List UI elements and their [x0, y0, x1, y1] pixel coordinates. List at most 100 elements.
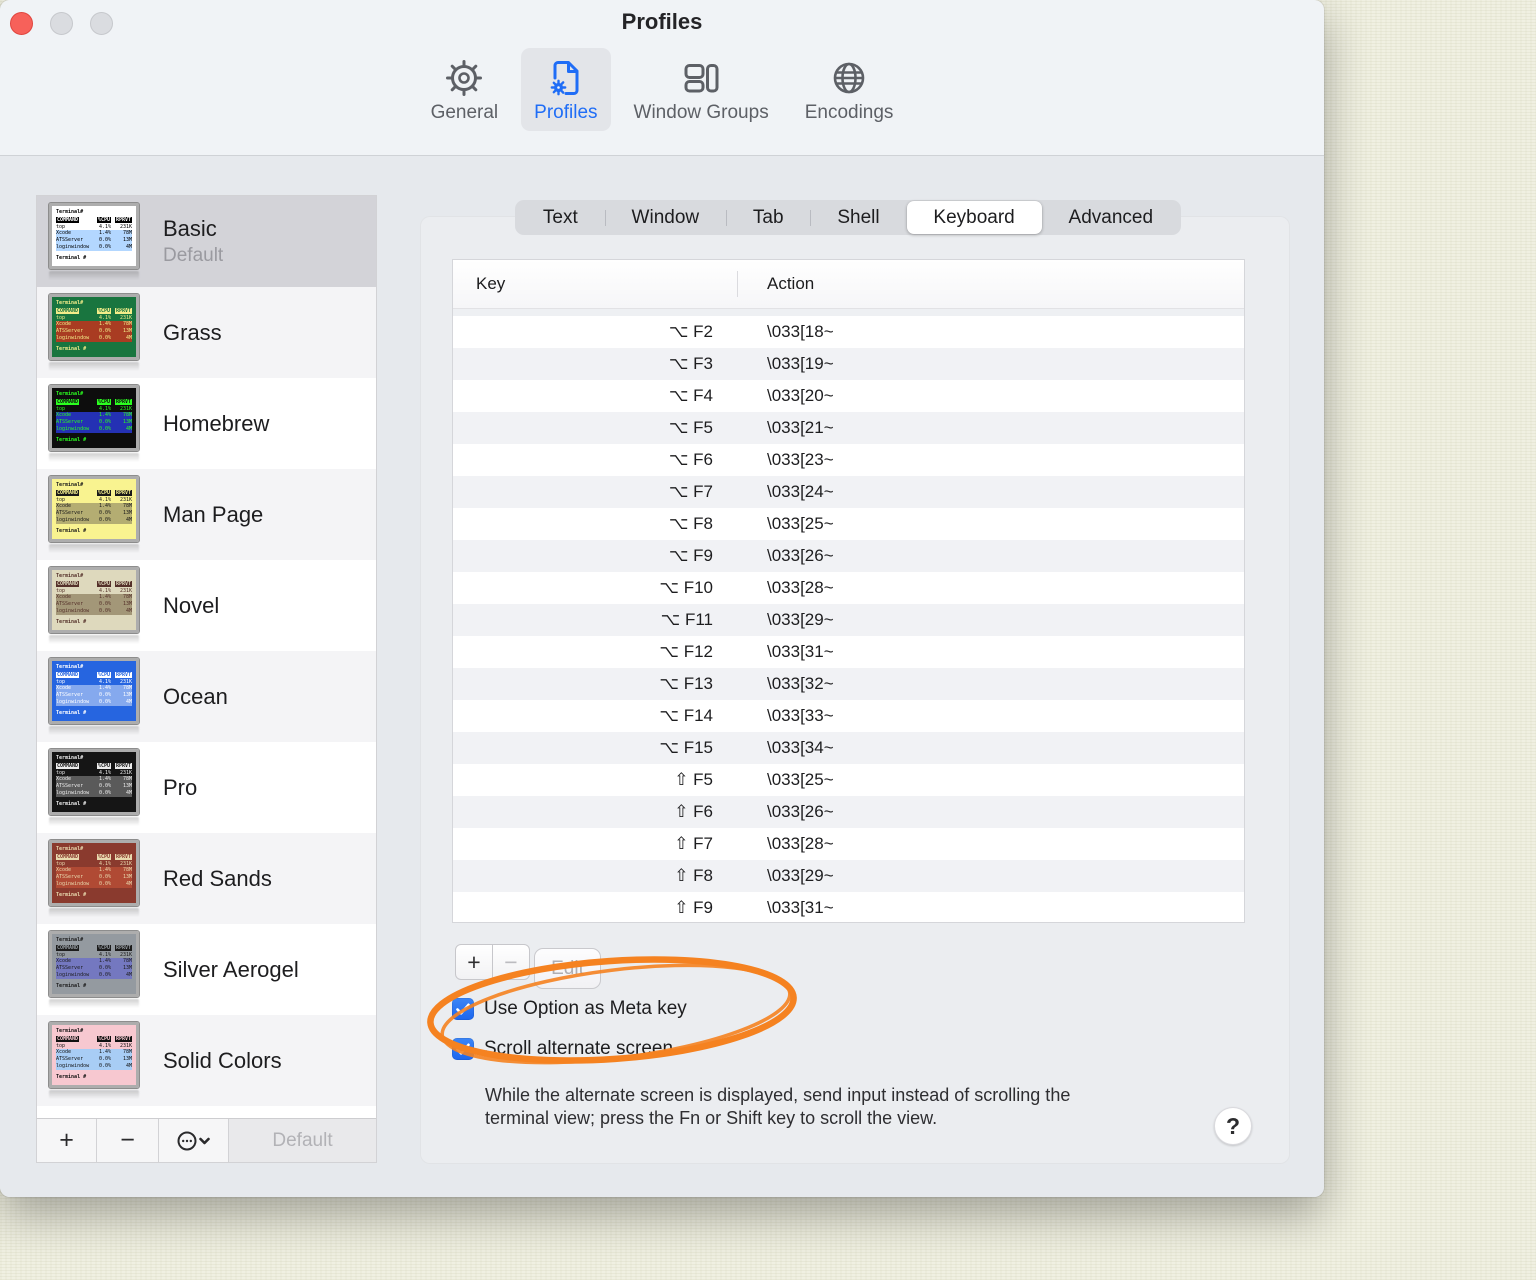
- checkbox-label: Scroll alternate screen: [484, 1038, 674, 1059]
- key-cell: ⇧ F5: [674, 770, 713, 789]
- key-mapping-row[interactable]: ⌥ F11 \033[29~: [453, 604, 1244, 636]
- profile-thumbnail: Terminal# COMMAND %CPU RPRVT top 4.1% 231K X…: [48, 748, 149, 826]
- thumb-row: ATSServer 0.0% 13M: [56, 601, 132, 608]
- profile-name: Man Page: [163, 501, 264, 527]
- profile-text: Homebrew: [163, 411, 269, 437]
- profile-list-item[interactable]: Terminal# COMMAND %CPU RPRVT top 4.1% 231K X…: [37, 469, 376, 560]
- add-key-button[interactable]: +: [455, 944, 493, 980]
- key-mapping-row[interactable]: ⇧ F7 \033[28~: [453, 828, 1244, 860]
- action-cell: \033[19~: [767, 354, 834, 373]
- action-cell: \033[24~: [767, 482, 834, 501]
- key-cell: ⌥ F4: [668, 386, 713, 405]
- thumb-col-command: COMMAND: [56, 216, 80, 223]
- key-mapping-row[interactable]: ⌥ F12 \033[31~: [453, 636, 1244, 668]
- key-mapping-row[interactable]: ⇧ F9 \033[31~: [453, 892, 1244, 922]
- thumb-prompt: Terminal #: [56, 254, 87, 261]
- profile-list-item[interactable]: Terminal# COMMAND %CPU RPRVT top 4.1% 231K X…: [37, 287, 376, 378]
- profile-thumbnail: Terminal# COMMAND %CPU RPRVT top 4.1% 231K X…: [48, 930, 149, 1008]
- key-mapping-row[interactable]: ⌥ F5 \033[21~: [453, 412, 1244, 444]
- checkbox-checked[interactable]: [452, 1038, 474, 1060]
- terminal-preview: Terminal# COMMAND %CPU RPRVT top 4.1% 231K X…: [48, 1021, 140, 1089]
- remove-profile-button[interactable]: −: [97, 1119, 159, 1162]
- thumb-row: ATSServer 0.0% 13M: [56, 783, 132, 790]
- scroll-alternate-screen-checkbox-row[interactable]: Scroll alternate screen: [452, 1038, 673, 1060]
- key-mapping-row[interactable]: ⌥ F8 \033[25~: [453, 508, 1244, 540]
- thumb-title: Terminal#: [56, 391, 84, 397]
- thumb-row: top 4.1% 231K: [56, 496, 132, 503]
- profile-list-item[interactable]: Terminal# COMMAND %CPU RPRVT top 4.1% 231K X…: [37, 651, 376, 742]
- key-mapping-row[interactable]: ⌥ F6 \033[23~: [453, 444, 1244, 476]
- terminal-preview: Terminal# COMMAND %CPU RPRVT top 4.1% 231K X…: [48, 293, 140, 361]
- tab-text[interactable]: Text: [516, 201, 605, 234]
- profile-list-item[interactable]: Terminal# COMMAND %CPU RPRVT top 4.1% 231K X…: [37, 924, 376, 1015]
- toolbar-item-encodings[interactable]: Encodings: [792, 48, 907, 131]
- key-mapping-row[interactable]: ⌥ F4 \033[20~: [453, 380, 1244, 412]
- thumb-col-mem: RPRVT: [114, 398, 132, 405]
- toolbar-item-profiles[interactable]: Profiles: [521, 48, 611, 131]
- key-mapping-row[interactable]: ⌥ F7 \033[24~: [453, 476, 1244, 508]
- profile-list-item[interactable]: Terminal# COMMAND %CPU RPRVT top 4.1% 231K X…: [37, 196, 376, 287]
- key-mapping-row[interactable]: ⌥ F15 \033[34~: [453, 732, 1244, 764]
- tab-advanced[interactable]: Advanced: [1042, 201, 1180, 234]
- thumb-col-command: COMMAND: [56, 944, 80, 951]
- key-cell: ⌥ F5: [668, 418, 713, 437]
- thumb-row: top 4.1% 231K: [56, 587, 132, 594]
- checkbox-checked[interactable]: [452, 998, 474, 1020]
- tab-tab[interactable]: Tab: [726, 201, 810, 234]
- thumb-row: top 4.1% 231K: [56, 1042, 132, 1049]
- key-mapping-row[interactable]: ⌥ F10 \033[28~: [453, 572, 1244, 604]
- key-mapping-row[interactable]: ⇧ F8 \033[29~: [453, 860, 1244, 892]
- action-cell: \033[29~: [767, 866, 834, 885]
- key-mapping-row[interactable]: ⌥ F13 \033[32~: [453, 668, 1244, 700]
- key-mapping-buttons: + − Edit: [455, 944, 601, 989]
- toolbar-item-general[interactable]: General: [418, 48, 512, 131]
- edit-key-button[interactable]: Edit: [534, 948, 601, 989]
- thumb-prompt: Terminal #: [56, 618, 87, 625]
- thumb-row: top 4.1% 231K: [56, 314, 132, 321]
- thumb-row: loginwindow 0.0% 4M: [56, 880, 132, 888]
- tab-keyboard[interactable]: Keyboard: [906, 201, 1042, 234]
- tab-window[interactable]: Window: [605, 201, 726, 234]
- remove-key-button[interactable]: −: [492, 944, 530, 980]
- column-divider[interactable]: [737, 271, 738, 297]
- thumb-header: COMMAND %CPU RPRVT: [56, 944, 132, 952]
- thumb-col-command: COMMAND: [56, 671, 80, 678]
- profile-action-menu-button[interactable]: [159, 1119, 229, 1162]
- key-mapping-row[interactable]: ⇧ F5 \033[25~: [453, 764, 1244, 796]
- action-cell: \033[31~: [767, 898, 834, 917]
- profile-list-item[interactable]: Terminal# COMMAND %CPU RPRVT top 4.1% 231K X…: [37, 742, 376, 833]
- key-mapping-row[interactable]: ⇧ F6 \033[26~: [453, 796, 1244, 828]
- profile-thumbnail: Terminal# COMMAND %CPU RPRVT top 4.1% 231K X…: [48, 202, 149, 280]
- profile-list-item[interactable]: Terminal# COMMAND %CPU RPRVT top 4.1% 231K X…: [37, 1015, 376, 1106]
- thumb-row: loginwindow 0.0% 4M: [56, 607, 132, 615]
- gear-icon: [446, 60, 483, 96]
- toolbar-item-window-groups[interactable]: Window Groups: [621, 48, 782, 131]
- thumb-title: Terminal#: [56, 755, 84, 761]
- profile-list-item[interactable]: Terminal# COMMAND %CPU RPRVT top 4.1% 231K X…: [37, 378, 376, 469]
- thumb-col-cpu: %CPU: [96, 489, 111, 496]
- key-cell: ⌥ F3: [668, 354, 713, 373]
- tab-shell[interactable]: Shell: [810, 201, 906, 234]
- profile-subtitle: Default: [163, 245, 224, 266]
- help-button[interactable]: ?: [1214, 1107, 1252, 1145]
- profile-text: Pro: [163, 775, 197, 801]
- key-mapping-row[interactable]: ⌥ F14 \033[33~: [453, 700, 1244, 732]
- thumb-title: Terminal#: [56, 573, 84, 579]
- profile-list-item[interactable]: Terminal# COMMAND %CPU RPRVT top 4.1% 231K X…: [37, 560, 376, 651]
- thumbnail-reflection: [49, 544, 139, 553]
- profile-name: Basic: [163, 216, 217, 241]
- add-profile-button[interactable]: +: [37, 1119, 97, 1162]
- key-mapping-row[interactable]: ⌥ F2 \033[18~: [453, 316, 1244, 348]
- profile-thumbnail: Terminal# COMMAND %CPU RPRVT top 4.1% 231K X…: [48, 384, 149, 462]
- profile-list-item[interactable]: Terminal# COMMAND %CPU RPRVT top 4.1% 231K X…: [37, 833, 376, 924]
- default-button[interactable]: Default: [229, 1119, 376, 1162]
- thumb-row: Xcode 1.4% 78M: [56, 1049, 132, 1056]
- action-cell: \033[28~: [767, 834, 834, 853]
- terminal-preview: Terminal# COMMAND %CPU RPRVT top 4.1% 231K X…: [48, 748, 140, 816]
- action-cell: \033[29~: [767, 610, 834, 629]
- thumb-row: loginwindow 0.0% 4M: [56, 334, 132, 342]
- key-mapping-row[interactable]: ⌥ F9 \033[26~: [453, 540, 1244, 572]
- use-option-as-meta-checkbox-row[interactable]: Use Option as Meta key: [452, 998, 687, 1020]
- key-mapping-row[interactable]: ⌥ F3 \033[19~: [453, 348, 1244, 380]
- action-cell: \033[23~: [767, 450, 834, 469]
